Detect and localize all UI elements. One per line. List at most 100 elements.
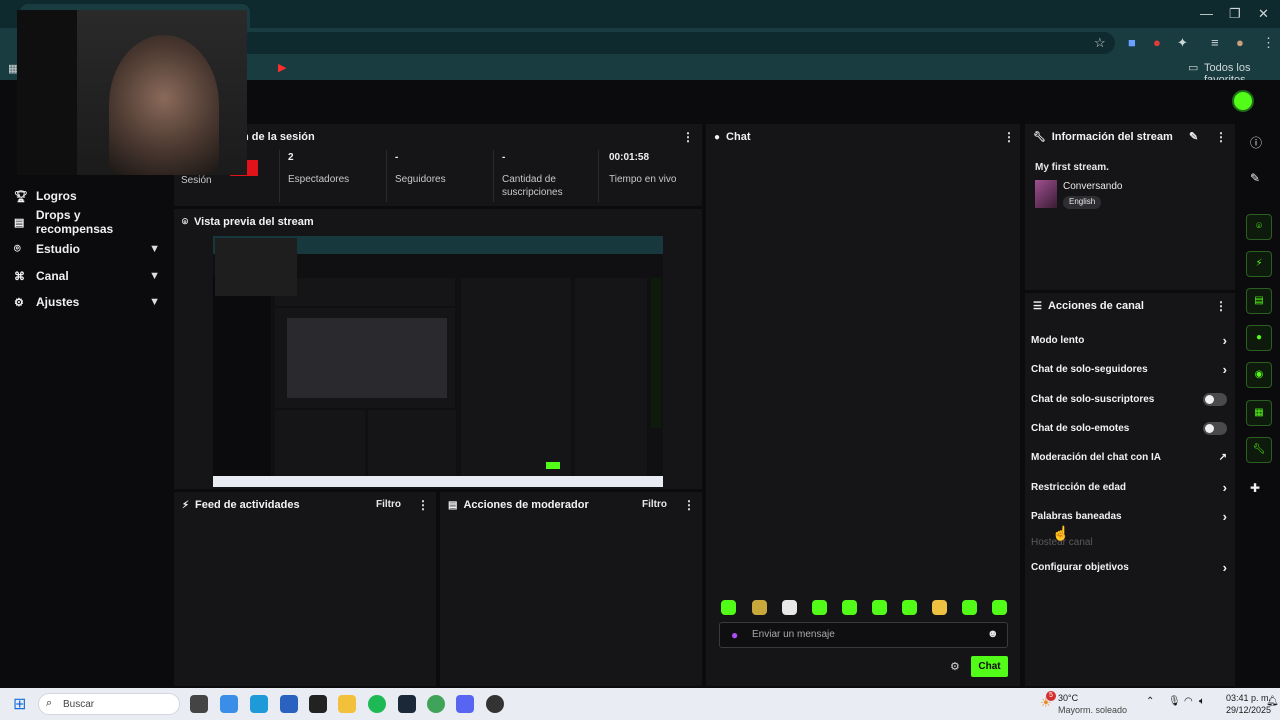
media-control-icon[interactable]: ≡ xyxy=(1211,35,1219,50)
wrench-icon: 🔧︎ xyxy=(1033,131,1046,143)
clock-time[interactable]: 03:41 p. m. xyxy=(1226,693,1271,703)
sidebar-item-logros[interactable]: 🏆︎ Logros xyxy=(14,186,160,206)
configure-goals-row[interactable]: Configurar objetivos › xyxy=(1031,558,1231,576)
preview-toggle-button[interactable]: ⌾ xyxy=(1246,214,1272,240)
microphone-tray-icon[interactable]: 🎙︎ xyxy=(1168,696,1181,707)
preview-session xyxy=(275,278,455,306)
emote-icon[interactable] xyxy=(752,600,767,615)
age-restriction-row[interactable]: Restricción de edad › xyxy=(1031,478,1231,496)
emote-icon[interactable] xyxy=(812,600,827,615)
volume-icon[interactable]: 🔈︎ xyxy=(1199,696,1205,707)
sidebar-item-canal[interactable]: ⌘ Canal ▼ xyxy=(14,266,160,286)
omnibox[interactable] xyxy=(240,32,1115,54)
edit-pencil-icon[interactable]: ✎ xyxy=(1189,130,1198,143)
emote-icon[interactable] xyxy=(992,600,1007,615)
clock-date[interactable]: 29/12/2025 xyxy=(1226,705,1271,715)
followers-only-row[interactable]: Chat de solo-seguidores › xyxy=(1031,360,1231,378)
emote-icon[interactable] xyxy=(932,600,947,615)
extension-red-icon[interactable]: ● xyxy=(1153,35,1161,50)
task-view-icon[interactable] xyxy=(190,695,208,713)
chevron-right-icon: › xyxy=(1222,361,1227,377)
sliders-icon: ☰ xyxy=(1033,300,1042,312)
kebab-menu-icon[interactable]: ⋮ xyxy=(682,130,694,144)
sidebar-item-drops[interactable]: ▤ Drops y recompensas xyxy=(14,208,160,236)
broadcast-toggle-button[interactable]: ◉ xyxy=(1246,362,1272,388)
kebab-menu-icon[interactable]: ⋮ xyxy=(683,498,695,512)
tray-chevron-icon[interactable]: ⌃ xyxy=(1146,696,1154,707)
notifications-bell-icon[interactable]: 🔔︎ xyxy=(1266,696,1279,707)
stream-info-header: 🔧︎ Información del stream xyxy=(1025,124,1235,150)
steam-icon[interactable] xyxy=(398,695,416,713)
stream-preview-video[interactable] xyxy=(213,236,663,487)
stat-label: Espectadores xyxy=(288,174,350,185)
gear-icon: ⚙ xyxy=(14,296,24,309)
bookmark-star-icon[interactable]: ☆ xyxy=(1094,35,1106,51)
youtube-bookmark-icon[interactable]: ▶ xyxy=(278,61,286,74)
user-avatar[interactable] xyxy=(1232,90,1254,112)
emote-icon[interactable] xyxy=(782,600,797,615)
wrench-toggle-button[interactable]: 🔧︎ xyxy=(1246,437,1272,463)
windows-start-icon[interactable]: ⊞ xyxy=(13,694,26,714)
taskbar-search-box[interactable]: ⌕ Buscar xyxy=(38,693,180,715)
browser-menu-icon[interactable]: ⋮ xyxy=(1262,35,1275,51)
emote-icon[interactable] xyxy=(962,600,977,615)
emote-icon[interactable] xyxy=(902,600,917,615)
emote-icon[interactable] xyxy=(842,600,857,615)
notes-toggle-button[interactable]: ▤ xyxy=(1246,288,1272,314)
activity-feed-title: Feed de actividades xyxy=(195,499,300,511)
stream-info-title: Información del stream xyxy=(1051,131,1173,143)
emoji-picker-icon[interactable]: ☻ xyxy=(987,628,999,640)
translate-extension-icon[interactable]: ■ xyxy=(1128,35,1136,50)
profile-avatar-icon[interactable]: ● xyxy=(1236,35,1244,50)
list-icon: ▤ xyxy=(448,499,458,511)
wifi-icon[interactable]: ◠ xyxy=(1184,696,1193,707)
webcam-background xyxy=(17,10,77,175)
subscribers-only-toggle[interactable] xyxy=(1203,392,1227,406)
person-silhouette xyxy=(109,35,219,175)
emotes-only-toggle[interactable] xyxy=(1203,421,1227,435)
slow-mode-row[interactable]: Modo lento › xyxy=(1031,331,1231,349)
kebab-menu-icon[interactable]: ⋮ xyxy=(1215,299,1227,313)
emote-icon[interactable] xyxy=(872,600,887,615)
sidebar-item-ajustes[interactable]: ⚙ Ajustes ▼ xyxy=(14,292,160,312)
banned-words-row[interactable]: Palabras baneadas › xyxy=(1031,507,1231,525)
spotify-icon[interactable] xyxy=(368,695,386,713)
maximize-icon[interactable]: ❐ xyxy=(1229,6,1241,22)
obs-icon[interactable] xyxy=(486,695,504,713)
epic-games-icon[interactable] xyxy=(309,695,327,713)
action-label: Palabras baneadas xyxy=(1031,510,1122,522)
kebab-menu-icon[interactable]: ⋮ xyxy=(417,498,429,512)
ai-moderation-row[interactable]: Moderación del chat con IA ↗ xyxy=(1031,448,1231,466)
chat-settings-gear-icon[interactable]: ⚙ xyxy=(950,660,960,673)
gift-icon: ▤ xyxy=(14,216,25,229)
add-widget-icon[interactable]: ✚ xyxy=(1250,481,1260,495)
weather-temperature[interactable]: 30°C xyxy=(1058,693,1078,703)
copilot-icon[interactable] xyxy=(220,695,238,713)
feed-filter-button[interactable]: Filtro xyxy=(376,499,401,510)
preview-right xyxy=(575,278,647,476)
chrome-icon[interactable] xyxy=(427,695,445,713)
search-icon: ⌕ xyxy=(46,697,53,709)
moderator-toggle-button[interactable]: ▦ xyxy=(1246,400,1272,426)
sidebar-item-estudio[interactable]: ⌾ Estudio ▼ xyxy=(14,239,160,259)
emote-icon[interactable] xyxy=(721,600,736,615)
chat-toggle-button[interactable]: ● xyxy=(1246,325,1272,351)
lightning-toggle-button[interactable]: ⚡︎ xyxy=(1246,251,1272,277)
edge-icon[interactable] xyxy=(250,695,268,713)
chat-send-button[interactable]: Chat xyxy=(971,656,1008,677)
moderator-filter-button[interactable]: Filtro xyxy=(642,499,667,510)
close-window-icon[interactable]: ✕ xyxy=(1258,6,1269,22)
edit-pencil-icon[interactable]: ✎ xyxy=(1250,171,1260,185)
microphone-icon[interactable]: ● xyxy=(731,628,738,642)
action-label: Moderación del chat con IA xyxy=(1031,451,1162,463)
info-icon[interactable]: ⓘ xyxy=(1250,134,1262,151)
stream-title-text: My first stream. xyxy=(1035,162,1109,173)
kebab-menu-icon[interactable]: ⋮ xyxy=(1215,130,1227,144)
discord-icon[interactable] xyxy=(456,695,474,713)
chat-message-input[interactable]: Enviar un mensaje xyxy=(719,622,1008,648)
store-icon[interactable] xyxy=(280,695,298,713)
file-explorer-icon[interactable] xyxy=(338,695,356,713)
minimize-icon[interactable]: — xyxy=(1200,6,1213,21)
extensions-puzzle-icon[interactable]: ✦ xyxy=(1177,35,1188,51)
kebab-menu-icon[interactable]: ⋮ xyxy=(1003,130,1015,144)
